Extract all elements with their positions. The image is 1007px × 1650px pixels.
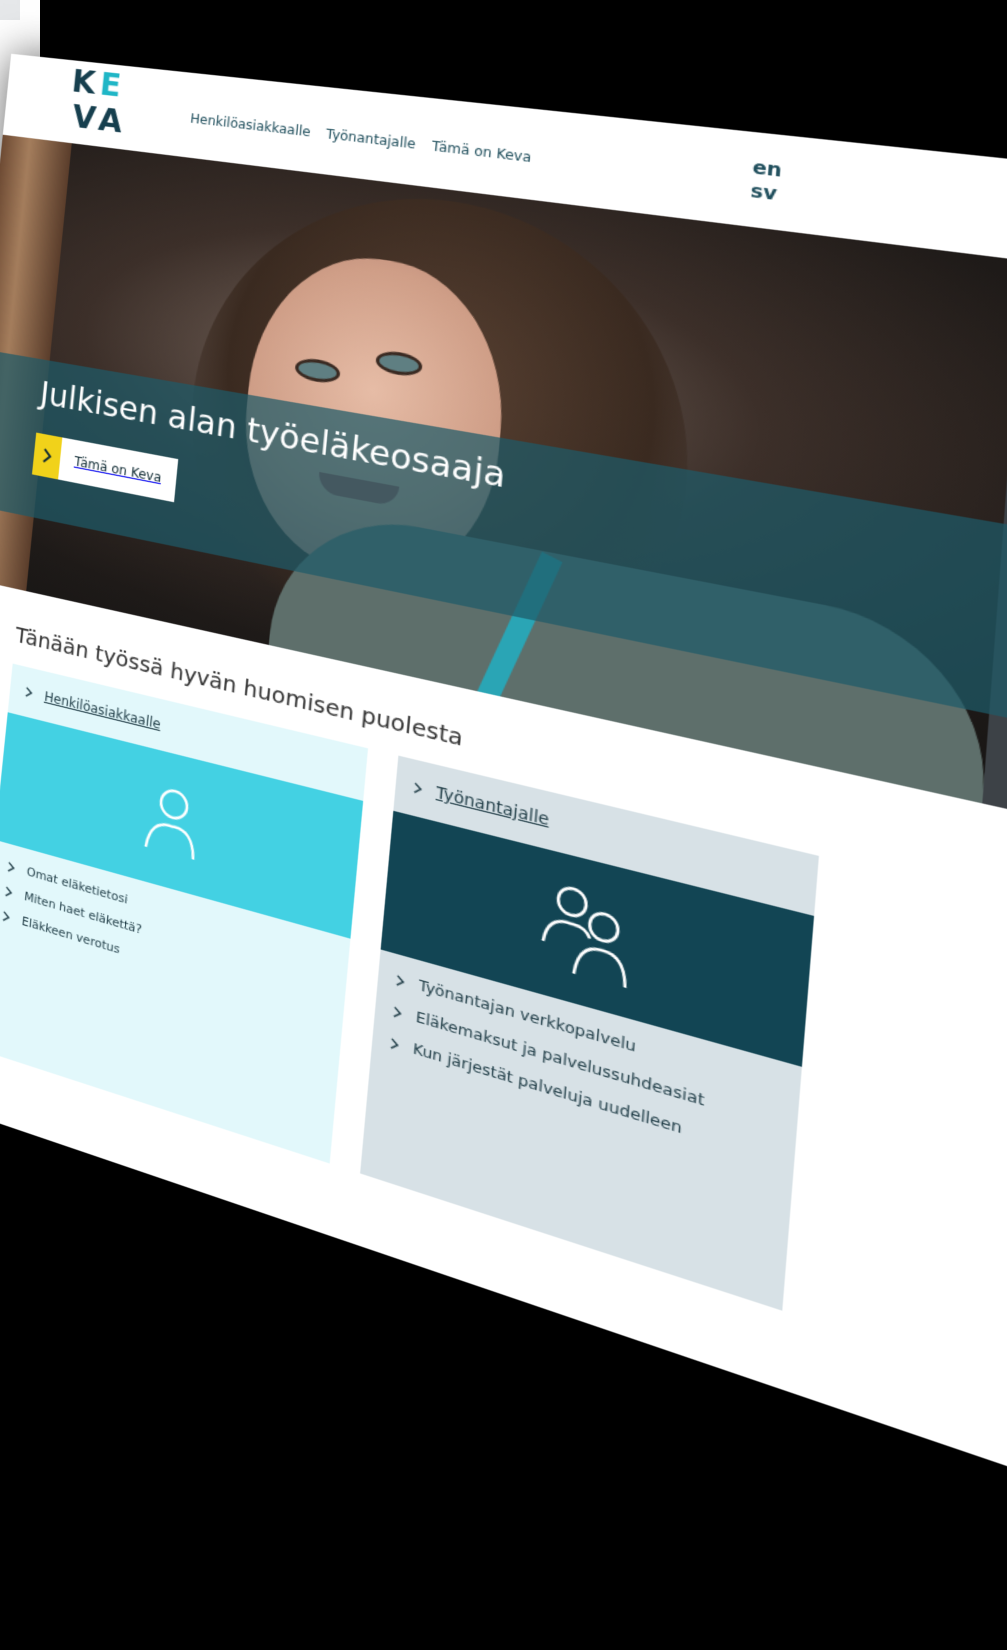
logo-letter-k: K <box>70 63 98 102</box>
chevron-right-icon <box>391 1005 404 1020</box>
chevron-right-icon <box>6 860 17 874</box>
people-icon <box>528 871 651 998</box>
nav-henkiloasiakkaalle[interactable]: Henkilöasiakkaalle <box>190 111 312 140</box>
chevron-right-icon <box>1 910 12 924</box>
main-nav: Henkilöasiakkaalle Työnantajalle Tämä on… <box>190 111 532 165</box>
nav-tama-on-keva[interactable]: Tämä on Keva <box>431 138 532 165</box>
nav-tyonantajalle[interactable]: Työnantajalle <box>325 126 416 152</box>
chevron-right-icon <box>31 432 63 480</box>
chevron-right-icon <box>412 781 425 795</box>
hero-cta-label: Tämä on Keva <box>73 453 163 486</box>
person-icon <box>137 774 209 868</box>
lang-sv[interactable]: sv <box>750 179 781 206</box>
web-page: K E V A Henkilöasiakkaalle Työnantajalle… <box>0 53 1007 1504</box>
logo-letter-e: E <box>98 66 123 105</box>
lang-en[interactable]: en <box>752 156 783 183</box>
chevron-right-icon <box>24 686 35 699</box>
chevron-right-icon <box>389 1036 402 1051</box>
card-henkiloasiakkaalle: Henkilöasiakkaalle Omat eläketietosi Mit… <box>0 663 369 1164</box>
keva-logo[interactable]: K E V A <box>66 63 130 144</box>
chevron-right-icon <box>394 973 407 988</box>
card-tyonantajalle: Työnantajalle Työnantajan verkkopalvelu … <box>360 755 819 1311</box>
logo-letter-a: A <box>96 101 124 141</box>
perspective-stage: K E V A Henkilöasiakkaalle Työnantajalle… <box>0 0 1007 1650</box>
card-title: Työnantajalle <box>435 783 550 831</box>
chevron-right-icon <box>4 885 15 899</box>
logo-letter-v: V <box>70 98 98 138</box>
language-switcher: en sv <box>750 156 783 207</box>
